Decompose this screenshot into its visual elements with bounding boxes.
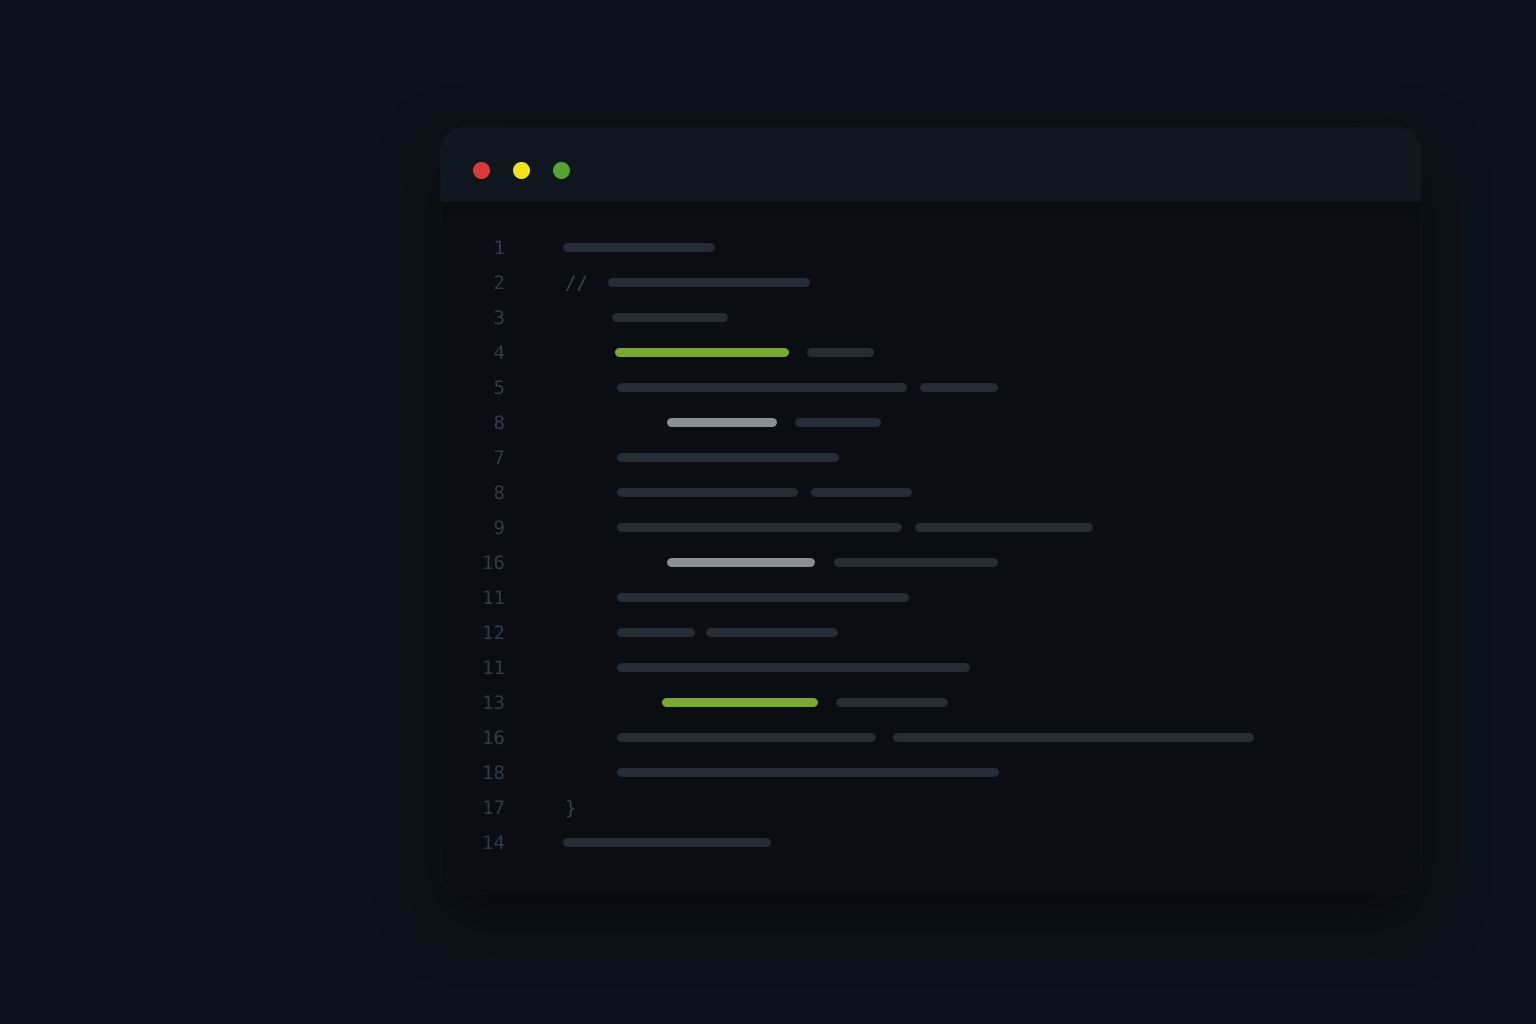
code-token [617,383,907,392]
code-token [563,838,771,847]
code-token [807,348,874,357]
line-number: 16 [482,552,505,574]
code-line: 12 [441,616,1421,651]
code-token [617,768,999,777]
line-number: 3 [493,307,505,329]
code-editor-window: 1 2 // 3 4 5 8 7 8 9 16 11 12 11 13 16 1… [441,128,1421,894]
code-line: 14 [441,826,1421,861]
code-token [836,698,948,707]
code-token [795,418,881,427]
line-number: 17 [482,797,505,819]
line-number: 11 [482,657,505,679]
code-line: 17 } [441,791,1421,826]
line-number: 5 [493,377,505,399]
code-token [617,488,798,497]
code-area[interactable]: 1 2 // 3 4 5 8 7 8 9 16 11 12 11 13 16 1… [441,203,1421,894]
line-number: 9 [493,517,505,539]
code-token [811,488,912,497]
highlighted-token [667,558,815,567]
code-token [706,628,838,637]
line-number: 7 [493,447,505,469]
code-token [834,558,998,567]
line-number: 13 [482,692,505,714]
highlighted-token [615,348,789,357]
code-line: 11 [441,581,1421,616]
code-token [893,733,1254,742]
code-line: 8 [441,476,1421,511]
code-line: 7 [441,441,1421,476]
code-token [612,313,728,322]
line-number: 11 [482,587,505,609]
line-number: 4 [493,342,505,364]
code-line: 2 // [441,266,1421,301]
code-token [617,453,839,462]
code-token [920,383,998,392]
minimize-button[interactable] [513,162,530,179]
line-number: 1 [493,237,505,259]
code-line: 5 [441,371,1421,406]
closing-brace: } [565,797,577,819]
code-token [617,628,695,637]
code-line: 18 [441,756,1421,791]
code-line: 9 [441,511,1421,546]
code-token [617,523,902,532]
code-token [617,593,909,602]
line-number: 12 [482,622,505,644]
code-line: 4 [441,336,1421,371]
code-token [617,733,876,742]
code-token [617,663,970,672]
highlighted-token [662,698,818,707]
code-token [608,278,810,287]
code-line: 11 [441,651,1421,686]
code-line: 8 [441,406,1421,441]
title-bar [441,128,1421,203]
code-token [563,243,715,252]
comment-marker: // [565,272,588,294]
close-button[interactable] [473,162,490,179]
line-number: 14 [482,832,505,854]
code-line: 16 [441,546,1421,581]
code-line: 13 [441,686,1421,721]
maximize-button[interactable] [553,162,570,179]
highlighted-token [667,418,777,427]
line-number: 16 [482,727,505,749]
line-number: 2 [493,272,505,294]
code-line: 1 [441,231,1421,266]
code-line: 3 [441,301,1421,336]
line-number: 8 [493,412,505,434]
code-token [915,523,1093,532]
line-number: 18 [482,762,505,784]
line-number: 8 [493,482,505,504]
code-line: 16 [441,721,1421,756]
